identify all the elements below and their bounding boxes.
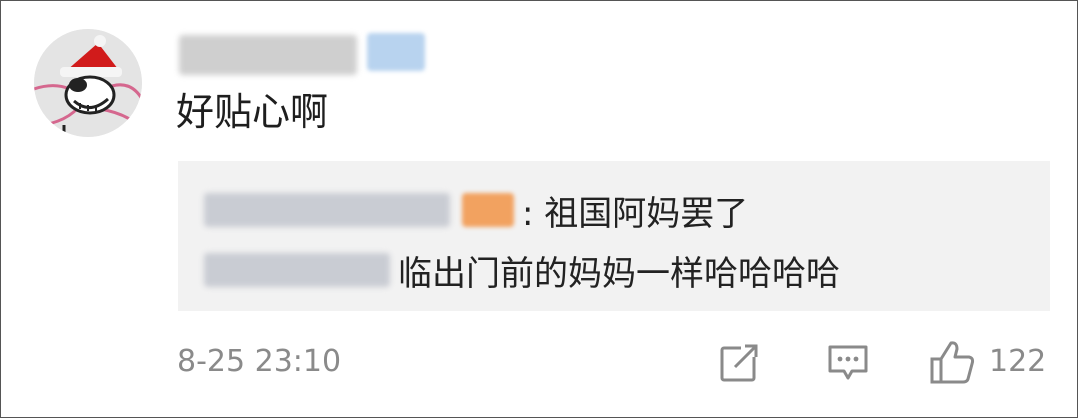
santa-avatar-icon	[34, 29, 142, 137]
comment-text: 好贴心啊	[176, 90, 329, 134]
share-icon[interactable]	[719, 343, 761, 383]
comment-icon[interactable]	[827, 343, 869, 383]
reply-author-redacted[interactable]	[204, 253, 390, 287]
username-redacted[interactable]	[179, 35, 357, 75]
reply-list[interactable]: : 祖国阿妈罢了 临出门前的妈妈一样哈哈哈哈	[178, 161, 1050, 311]
like-count: 122	[989, 344, 1047, 379]
reply-item[interactable]: 临出门前的妈妈一样哈哈哈哈	[178, 245, 840, 295]
reply-item[interactable]: : 祖国阿妈罢了	[178, 185, 748, 235]
reply-text: 临出门前的妈妈一样哈哈哈哈	[398, 253, 840, 294]
reply-badge-redacted	[462, 193, 514, 227]
user-badge-redacted	[367, 33, 425, 71]
comment-card: 好贴心啊 : 祖国阿妈罢了 临出门前的妈妈一样哈哈哈哈 8-25 23:10 1…	[0, 0, 1078, 418]
like-icon[interactable]	[929, 339, 977, 385]
reply-author-redacted[interactable]	[204, 193, 450, 227]
reply-text: : 祖国阿妈罢了	[522, 193, 749, 234]
avatar[interactable]	[34, 29, 142, 137]
timestamp: 8-25 23:10	[177, 344, 342, 379]
